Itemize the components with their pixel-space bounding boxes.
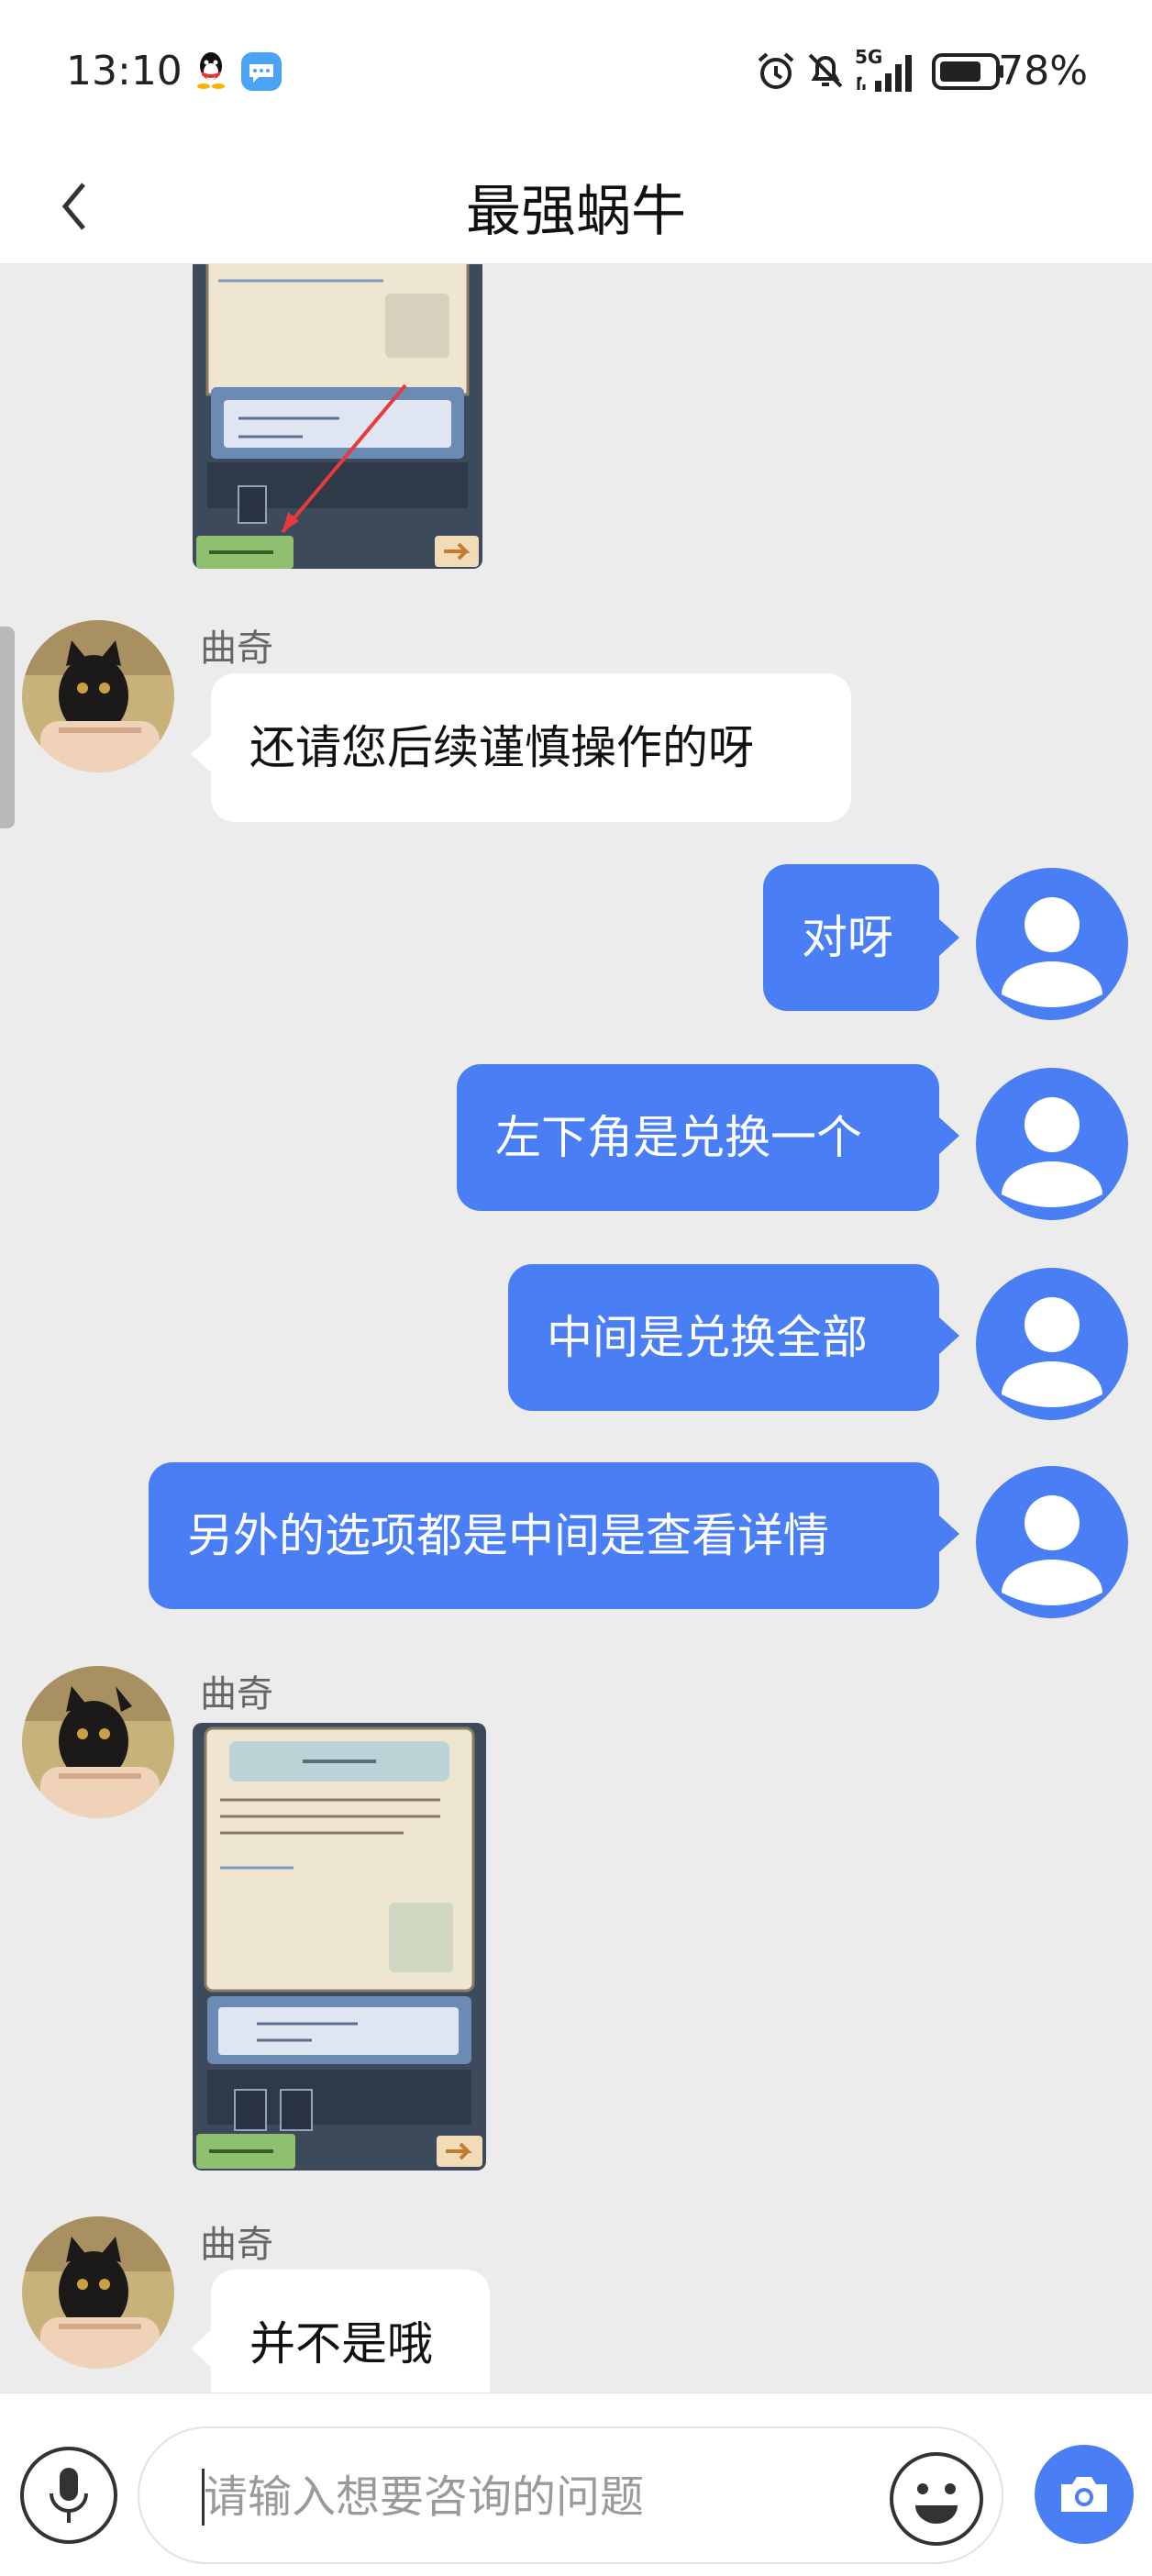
bubble-tail	[939, 1117, 959, 1154]
battery-percentage: 78%	[998, 48, 1088, 94]
signal-icon	[857, 55, 912, 92]
qq-icon	[197, 52, 225, 89]
microphone-icon	[50, 2468, 88, 2523]
message-bubble-incoming[interactable]: 还请您后续谨慎操作的呀	[211, 673, 851, 822]
battery-icon	[932, 53, 1003, 90]
camera-button[interactable]	[1035, 2445, 1134, 2544]
scroll-handle[interactable]	[0, 627, 15, 828]
user-avatar[interactable]	[976, 1268, 1128, 1420]
message-text: 另外的选项都是中间是查看详情	[187, 1509, 829, 1562]
bubble-tail	[191, 736, 211, 772]
message-text: 中间是兑换全部	[547, 1311, 868, 1364]
avatar[interactable]	[22, 2216, 174, 2369]
chat-message-list[interactable]: 曲奇 还请您后续谨慎操作的呀 对呀 左下角是兑换一个 中间是兑换全部 另外的选项…	[0, 264, 1152, 2393]
message-bubble-outgoing[interactable]: 对呀	[763, 864, 939, 1011]
game-screenshot-thumbnail	[193, 264, 482, 569]
cat-avatar-image	[22, 2216, 174, 2369]
default-user-icon	[1002, 1297, 1102, 1407]
page-title: 最强蜗牛	[466, 180, 686, 244]
voice-input-button[interactable]	[20, 2447, 117, 2544]
status-time: 13:10	[66, 48, 183, 94]
avatar[interactable]	[22, 620, 174, 772]
message-text: 还请您后续谨慎操作的呀	[249, 721, 754, 774]
message-text: 左下角是兑换一个	[495, 1111, 862, 1164]
sender-name: 曲奇	[200, 1673, 273, 1715]
message-bubble-outgoing[interactable]: 另外的选项都是中间是查看详情	[149, 1462, 939, 1609]
mute-bell-icon	[808, 53, 843, 88]
message-input[interactable]: 请输入想要咨询的问题	[138, 2426, 1003, 2564]
image-message[interactable]	[193, 1723, 486, 2171]
default-user-icon	[1002, 897, 1102, 1007]
user-avatar[interactable]	[976, 868, 1128, 1020]
message-input-bar: 请输入想要咨询的问题	[0, 2393, 1152, 2576]
user-avatar[interactable]	[976, 1068, 1128, 1220]
message-bubble-outgoing[interactable]: 中间是兑换全部	[508, 1264, 939, 1411]
bubble-tail	[939, 1317, 959, 1354]
emoji-button[interactable]	[890, 2452, 983, 2546]
message-text: 对呀	[802, 911, 893, 964]
bubble-tail	[939, 919, 959, 956]
sender-name: 曲奇	[200, 627, 273, 670]
image-message[interactable]	[193, 264, 482, 569]
message-icon	[241, 52, 282, 91]
bubble-tail	[939, 1516, 959, 1552]
avatar[interactable]	[22, 1666, 174, 1818]
alarm-icon	[758, 52, 794, 89]
sender-name: 曲奇	[200, 2224, 273, 2266]
emoji-icon	[915, 2483, 958, 2524]
status-bar: 13:10 5G 78%	[0, 0, 1152, 147]
game-screenshot-thumbnail	[193, 1723, 486, 2171]
user-avatar[interactable]	[976, 1466, 1128, 1618]
camera-icon	[1061, 2477, 1107, 2512]
default-user-icon	[1002, 1097, 1102, 1207]
cat-avatar-image	[22, 620, 174, 772]
message-bubble-incoming[interactable]: 并不是哦	[211, 2270, 490, 2393]
message-text: 并不是哦	[249, 2317, 433, 2371]
input-placeholder: 请输入想要咨询的问题	[204, 2471, 645, 2523]
default-user-icon	[1002, 1495, 1102, 1605]
chat-header: 最强蜗牛	[0, 147, 1152, 264]
cat-avatar-image	[22, 1666, 174, 1818]
bubble-tail	[191, 2330, 211, 2367]
message-bubble-outgoing[interactable]: 左下角是兑换一个	[457, 1064, 939, 1211]
